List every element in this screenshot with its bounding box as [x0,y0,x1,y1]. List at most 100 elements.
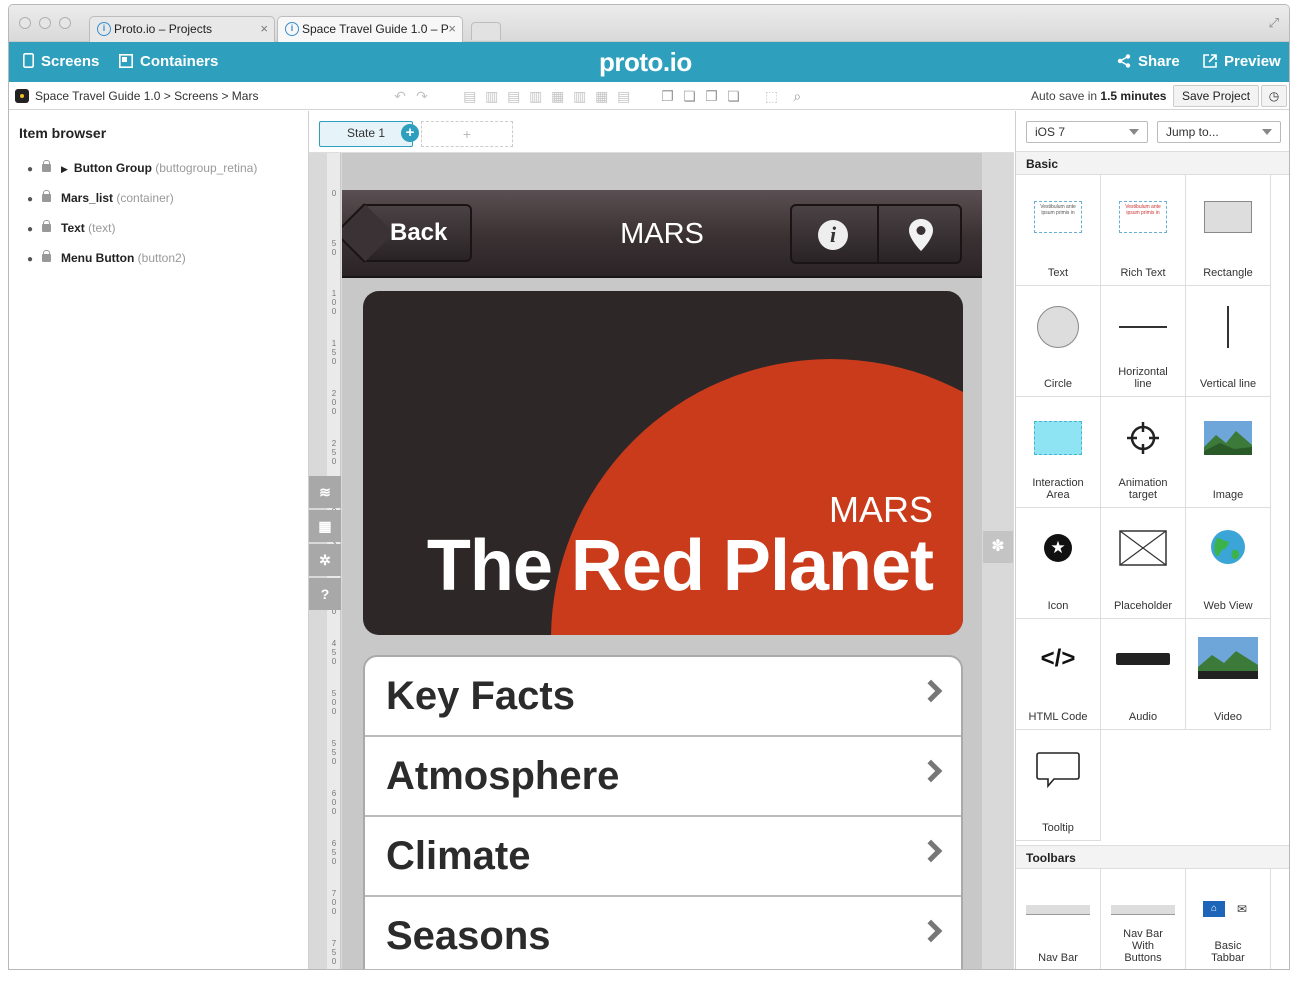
ruler-label: 650 [331,839,337,866]
component-nav-bar-with-buttons[interactable]: Nav Bar With Buttons [1101,869,1186,969]
autosave-status: Auto save in 1.5 minutes [1031,89,1167,103]
lock-icon[interactable] [42,190,51,202]
layers-icon[interactable]: ≋ [309,476,341,508]
align-center-icon[interactable]: ▥ [481,82,503,110]
distribute-vertical-icon[interactable]: ▤ [613,82,635,110]
containers-label: Containers [140,53,219,70]
close-tab-icon[interactable]: × [260,17,268,41]
component-placeholder[interactable]: Placeholder [1101,508,1186,619]
visibility-eye-icon[interactable]: ● [27,191,37,209]
lock-icon[interactable] [42,160,51,172]
component-text[interactable]: Vestibulum ante ipsum primis in Text [1016,175,1101,286]
browser-tab-projects[interactable]: i Proto.io – Projects × [89,16,275,42]
containers-button[interactable]: Containers [119,42,218,82]
send-backward-icon[interactable]: ❐ [701,82,723,110]
add-state-icon[interactable]: + [401,124,419,142]
info-button[interactable]: i [792,206,877,262]
align-right-icon[interactable]: ▤ [503,82,525,110]
basic-section-header: Basic [1016,151,1289,175]
list-item-seasons[interactable]: Seasons [365,897,961,969]
preview-button[interactable]: Preview [1203,42,1281,82]
distribute-horizontal-icon[interactable]: ▦ [591,82,613,110]
component-basic-tabbar[interactable]: ⌂ ✉ Basic Tabbar [1186,869,1271,969]
fullscreen-icon[interactable]: ⤢ [1269,15,1279,31]
fit-icon[interactable]: ⬚ [760,82,782,110]
bring-front-icon[interactable]: ❐ [657,82,679,110]
send-back-icon[interactable]: ❏ [723,82,745,110]
ruler-label: 100 [331,289,337,316]
expand-arrow-icon[interactable]: ▶ [61,164,68,174]
share-button[interactable]: Share [1117,42,1180,82]
component-image[interactable]: Image [1186,397,1271,508]
component-horizontal-line[interactable]: Horizontal line [1101,286,1186,397]
protoio-favicon-icon: i [97,22,111,36]
state-1-tab[interactable]: State 1 [319,121,413,147]
screens-button[interactable]: Screens [23,42,99,82]
item-text[interactable]: ● Text (text) [27,219,115,237]
minimize-window-button[interactable] [39,17,51,29]
close-tab-icon[interactable]: × [448,17,456,41]
ruler-label: 700 [331,889,337,916]
component-web-view[interactable]: Web View [1186,508,1271,619]
list-item-key-facts[interactable]: Key Facts [365,657,961,737]
tab-title: Proto.io – Projects [114,22,213,36]
component-icon[interactable]: ★ Icon [1016,508,1101,619]
ruler-label: 50 [331,239,337,257]
location-pin-icon [909,219,933,251]
history-icon[interactable]: ◷ [1261,85,1287,107]
component-tooltip[interactable]: Tooltip [1016,730,1101,841]
phone-icon [23,53,34,68]
component-vertical-line[interactable]: Vertical line [1186,286,1271,397]
new-tab-button[interactable] [471,22,501,40]
component-rich-text[interactable]: Vestibulum ante ipsum primis in Rich Tex… [1101,175,1186,286]
location-button[interactable] [877,206,960,262]
align-bottom-icon[interactable]: ▥ [569,82,591,110]
list-item-atmosphere[interactable]: Atmosphere [365,737,961,817]
browser-tab-space-travel[interactable]: i Space Travel Guide 1.0 – P × [277,16,463,42]
lock-icon[interactable] [42,220,51,232]
save-project-button[interactable]: Save Project [1173,85,1260,107]
component-rectangle[interactable]: Rectangle [1186,175,1271,286]
tooltip-icon [1036,752,1080,788]
help-icon[interactable]: ? [309,578,341,610]
new-state-placeholder[interactable]: + [421,121,513,147]
component-nav-bar[interactable]: Nav Bar [1016,869,1101,969]
horizontal-line-icon [1119,326,1167,328]
breadcrumb[interactable]: Space Travel Guide 1.0 > Screens > Mars [15,82,258,110]
component-circle[interactable]: Circle [1016,286,1101,397]
maximize-window-button[interactable] [59,17,71,29]
share-label: Share [1138,53,1180,70]
align-top-icon[interactable]: ▥ [525,82,547,110]
audio-player-icon [1116,653,1170,665]
item-menu-button[interactable]: ● Menu Button (button2) [27,249,186,267]
visibility-eye-icon[interactable]: ● [27,221,37,239]
item-mars-list[interactable]: ● Mars_list (container) [27,189,174,207]
close-window-button[interactable] [19,17,31,29]
component-interaction-area[interactable]: Interaction Area [1016,397,1101,508]
lock-icon[interactable] [42,250,51,262]
component-audio[interactable]: Audio [1101,619,1186,730]
grid-icon[interactable]: ▦ [309,510,341,542]
align-left-icon[interactable]: ▤ [459,82,481,110]
component-animation-target[interactable]: Animation target [1101,397,1186,508]
component-video[interactable]: Video [1186,619,1271,730]
redo-icon[interactable]: ↷ [411,82,433,110]
mars-list: Key Facts Atmosphere Climate Seasons [363,655,963,969]
back-button[interactable]: Back [364,204,472,262]
align-middle-icon[interactable]: ▦ [547,82,569,110]
undo-icon[interactable]: ↶ [389,82,411,110]
browser-window: i Proto.io – Projects × i Space Travel G… [8,4,1290,970]
item-button-group[interactable]: ● ▶ Button Group (buttogroup_retina) [27,159,257,177]
visibility-eye-icon[interactable]: ● [27,161,37,179]
zoom-icon[interactable]: ⌕ [786,82,808,110]
component-html-code[interactable]: </> HTML Code [1016,619,1101,730]
jump-to-select[interactable]: Jump to... [1157,121,1281,143]
list-item-climate[interactable]: Climate [365,817,961,897]
bring-forward-icon[interactable]: ❏ [679,82,701,110]
tabbar-thumbnail-icon: ⌂ ✉ [1203,901,1253,917]
project-icon [15,89,29,103]
puzzle-plugin-icon[interactable]: ✽ [983,531,1013,563]
visibility-eye-icon[interactable]: ● [27,251,37,269]
platform-select[interactable]: iOS 7 [1026,121,1148,143]
settings-gear-icon[interactable]: ✲ [309,544,341,576]
